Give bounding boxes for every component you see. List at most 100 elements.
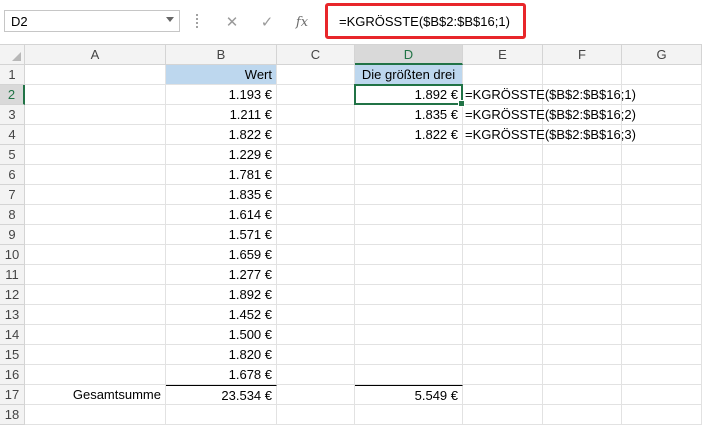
- cell-f12[interactable]: [543, 285, 622, 305]
- cancel-icon[interactable]: ✕: [222, 12, 242, 32]
- cell-e18[interactable]: [463, 405, 543, 425]
- cell-d7[interactable]: [355, 185, 463, 205]
- cell-e14[interactable]: [463, 325, 543, 345]
- cell-b5[interactable]: 1.229 €: [166, 145, 277, 165]
- cell-f5[interactable]: [543, 145, 622, 165]
- cell-b9[interactable]: 1.571 €: [166, 225, 277, 245]
- select-all-button[interactable]: [0, 45, 25, 65]
- row-header-8[interactable]: 8: [0, 205, 25, 225]
- cell-d6[interactable]: [355, 165, 463, 185]
- enter-icon[interactable]: ✓: [257, 12, 277, 32]
- cell-e13[interactable]: [463, 305, 543, 325]
- cell-e17[interactable]: [463, 385, 543, 405]
- cell-c13[interactable]: [277, 305, 355, 325]
- cell-f6[interactable]: [543, 165, 622, 185]
- cell-d10[interactable]: [355, 245, 463, 265]
- cell-f8[interactable]: [543, 205, 622, 225]
- cell-g9[interactable]: [622, 225, 702, 245]
- cell-c15[interactable]: [277, 345, 355, 365]
- cell-f17[interactable]: [543, 385, 622, 405]
- cell-d1[interactable]: Die größten drei: [355, 65, 463, 85]
- cell-a3[interactable]: [25, 105, 166, 125]
- cell-c1[interactable]: [277, 65, 355, 85]
- row-header-11[interactable]: 11: [0, 265, 25, 285]
- cell-c17[interactable]: [277, 385, 355, 405]
- cell-c9[interactable]: [277, 225, 355, 245]
- cell-a5[interactable]: [25, 145, 166, 165]
- cell-g1[interactable]: [622, 65, 702, 85]
- cell-g4[interactable]: [622, 125, 702, 145]
- cell-e9[interactable]: [463, 225, 543, 245]
- drag-handle-icon[interactable]: [196, 13, 198, 29]
- cell-d9[interactable]: [355, 225, 463, 245]
- cell-d5[interactable]: [355, 145, 463, 165]
- cell-a11[interactable]: [25, 265, 166, 285]
- column-header-c[interactable]: C: [277, 45, 355, 65]
- column-header-e[interactable]: E: [463, 45, 543, 65]
- cell-d3[interactable]: 1.835 €: [355, 105, 463, 125]
- cell-d16[interactable]: [355, 365, 463, 385]
- insert-function-icon[interactable]: fx: [292, 12, 312, 32]
- cell-e2[interactable]: =KGRÖSSTE($B$2:$B$16;1): [463, 85, 636, 105]
- cell-c12[interactable]: [277, 285, 355, 305]
- cell-c14[interactable]: [277, 325, 355, 345]
- cell-b10[interactable]: 1.659 €: [166, 245, 277, 265]
- cell-d14[interactable]: [355, 325, 463, 345]
- cell-b17[interactable]: 23.534 €: [166, 385, 277, 405]
- cell-b11[interactable]: 1.277 €: [166, 265, 277, 285]
- row-header-5[interactable]: 5: [0, 145, 25, 165]
- cell-f11[interactable]: [543, 265, 622, 285]
- cell-b6[interactable]: 1.781 €: [166, 165, 277, 185]
- row-header-18[interactable]: 18: [0, 405, 25, 425]
- cell-a7[interactable]: [25, 185, 166, 205]
- cell-b8[interactable]: 1.614 €: [166, 205, 277, 225]
- cell-e1[interactable]: [463, 65, 543, 85]
- column-header-g[interactable]: G: [622, 45, 702, 65]
- cell-d13[interactable]: [355, 305, 463, 325]
- row-header-6[interactable]: 6: [0, 165, 25, 185]
- cell-e10[interactable]: [463, 245, 543, 265]
- cell-g7[interactable]: [622, 185, 702, 205]
- cell-g13[interactable]: [622, 305, 702, 325]
- cell-b18[interactable]: [166, 405, 277, 425]
- row-header-4[interactable]: 4: [0, 125, 25, 145]
- cell-f4[interactable]: [543, 125, 622, 145]
- cell-c6[interactable]: [277, 165, 355, 185]
- cell-f2[interactable]: [543, 85, 622, 105]
- row-header-7[interactable]: 7: [0, 185, 25, 205]
- cell-c5[interactable]: [277, 145, 355, 165]
- cell-b2[interactable]: 1.193 €: [166, 85, 277, 105]
- row-header-2[interactable]: 2: [0, 85, 25, 105]
- cell-c10[interactable]: [277, 245, 355, 265]
- cell-g16[interactable]: [622, 365, 702, 385]
- row-header-1[interactable]: 1: [0, 65, 25, 85]
- cell-a6[interactable]: [25, 165, 166, 185]
- cell-d8[interactable]: [355, 205, 463, 225]
- cell-a16[interactable]: [25, 365, 166, 385]
- row-header-9[interactable]: 9: [0, 225, 25, 245]
- cell-a13[interactable]: [25, 305, 166, 325]
- cell-f10[interactable]: [543, 245, 622, 265]
- cell-g3[interactable]: [622, 105, 702, 125]
- cell-g10[interactable]: [622, 245, 702, 265]
- cell-e6[interactable]: [463, 165, 543, 185]
- cell-b13[interactable]: 1.452 €: [166, 305, 277, 325]
- cell-e3[interactable]: =KGRÖSSTE($B$2:$B$16;2): [463, 105, 636, 125]
- cell-d12[interactable]: [355, 285, 463, 305]
- cell-f1[interactable]: [543, 65, 622, 85]
- cell-b4[interactable]: 1.822 €: [166, 125, 277, 145]
- cell-f7[interactable]: [543, 185, 622, 205]
- cell-e15[interactable]: [463, 345, 543, 365]
- cell-a10[interactable]: [25, 245, 166, 265]
- formula-input[interactable]: =KGRÖSSTE($B$2:$B$16;1): [325, 3, 526, 39]
- cell-e12[interactable]: [463, 285, 543, 305]
- column-header-d[interactable]: D: [355, 45, 463, 65]
- cell-a17[interactable]: Gesamtsumme: [25, 385, 166, 405]
- cell-a9[interactable]: [25, 225, 166, 245]
- cell-e7[interactable]: [463, 185, 543, 205]
- cell-c4[interactable]: [277, 125, 355, 145]
- row-header-15[interactable]: 15: [0, 345, 25, 365]
- cell-f15[interactable]: [543, 345, 622, 365]
- cell-g11[interactable]: [622, 265, 702, 285]
- cell-e8[interactable]: [463, 205, 543, 225]
